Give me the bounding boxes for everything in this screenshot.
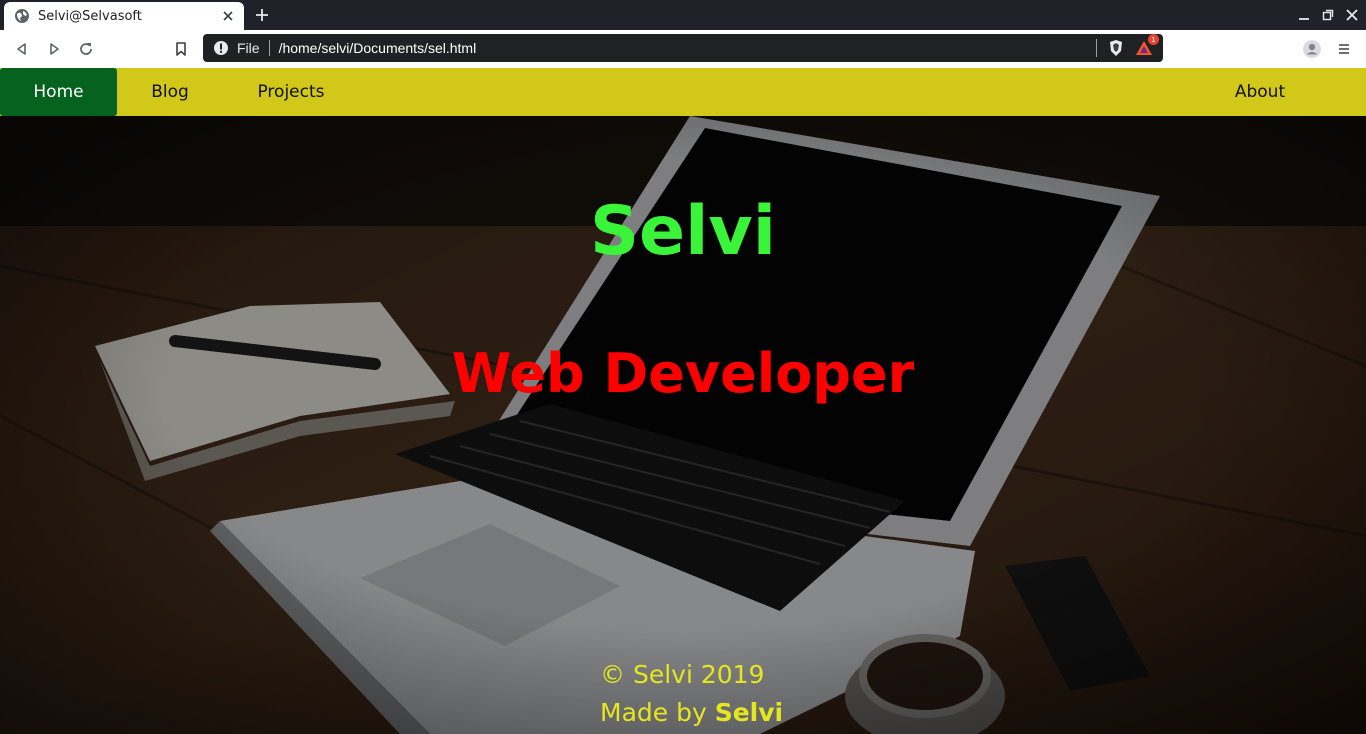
- hero-section: Selvi Web Developer © Selvi 2019 Made by…: [0, 116, 1366, 734]
- brave-shield-icon[interactable]: [1107, 39, 1125, 57]
- bookmark-icon[interactable]: [171, 39, 191, 59]
- tab-title: Selvi@Selvasoft: [38, 8, 142, 24]
- close-tab-icon[interactable]: [220, 8, 236, 24]
- hero-name-heading: Selvi: [589, 192, 777, 271]
- reload-icon[interactable]: [76, 39, 96, 59]
- maximize-icon[interactable]: [1320, 7, 1336, 23]
- hero-role-heading: Web Developer: [451, 342, 915, 405]
- footer-copyright: © Selvi 2019: [600, 660, 765, 689]
- notification-badge: 1: [1148, 34, 1159, 45]
- site-navbar: Home Blog Projects About: [0, 68, 1366, 116]
- nav-home[interactable]: Home: [0, 68, 117, 116]
- footer-made-by: Made by Selvi: [600, 698, 783, 727]
- menu-icon[interactable]: [1334, 39, 1354, 59]
- nav-blog[interactable]: Blog: [128, 68, 212, 116]
- brave-rewards-icon[interactable]: 1: [1135, 34, 1159, 57]
- omnibox-divider: [268, 40, 270, 56]
- url-scheme-label: File: [237, 40, 260, 56]
- globe-icon: [14, 8, 30, 24]
- browser-toolbar: File /home/selvi/Documents/sel.html 1: [0, 30, 1366, 68]
- nav-about[interactable]: About: [1210, 68, 1310, 116]
- profile-avatar-icon[interactable]: [1302, 39, 1322, 59]
- new-tab-button[interactable]: [252, 5, 272, 25]
- info-icon[interactable]: [213, 40, 229, 56]
- forward-icon[interactable]: [44, 39, 64, 59]
- nav-projects[interactable]: Projects: [232, 68, 350, 116]
- back-icon[interactable]: [12, 39, 32, 59]
- close-window-icon[interactable]: [1344, 7, 1360, 23]
- made-by-name: Selvi: [714, 698, 784, 727]
- browser-tab[interactable]: Selvi@Selvasoft: [4, 2, 244, 30]
- address-bar[interactable]: File /home/selvi/Documents/sel.html 1: [203, 34, 1163, 62]
- web-page: Home Blog Projects About Selvi Web Devel…: [0, 68, 1366, 734]
- made-by-prefix: Made by: [600, 698, 707, 727]
- omnibox-divider: [1096, 39, 1097, 57]
- minimize-icon[interactable]: [1296, 7, 1312, 23]
- url-text[interactable]: /home/selvi/Documents/sel.html: [279, 40, 1096, 56]
- tab-strip: Selvi@Selvasoft: [0, 0, 1366, 30]
